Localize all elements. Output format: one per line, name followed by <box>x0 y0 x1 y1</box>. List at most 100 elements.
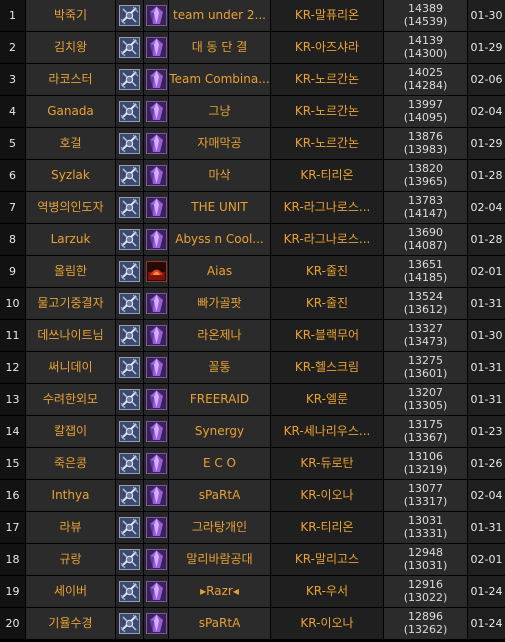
server-name[interactable]: KR-듀로탄 <box>271 448 383 479</box>
server-name[interactable]: KR-노르간논 <box>271 128 383 159</box>
player-name[interactable]: 데쓰나이트님 <box>26 320 115 351</box>
server-name[interactable]: KR-엘룬 <box>271 384 383 415</box>
guild-name[interactable]: sPaRtA <box>169 608 270 639</box>
table-row[interactable]: 14 칼잽이 Synergy KR-세나리우스... 13175 (13367)… <box>0 416 505 447</box>
class-icon-cell <box>116 160 143 191</box>
class-icon-cell <box>116 320 143 351</box>
guild-name[interactable]: 꼴통 <box>169 352 270 383</box>
server-name[interactable]: KR-세나리우스... <box>271 416 383 447</box>
player-name[interactable]: 역병의인도자 <box>26 192 115 223</box>
purple-crystal-icon <box>146 197 167 218</box>
player-name[interactable]: 수려한외모 <box>26 384 115 415</box>
player-name[interactable]: 올림한 <box>26 256 115 287</box>
server-name[interactable]: KR-티리온 <box>271 512 383 543</box>
table-row[interactable]: 4 Ganada 그냥 KR-노르간논 13997 (14095) 02-04 <box>0 96 505 127</box>
table-row[interactable]: 3 라코스터 Team Combina... KR-노르간논 14025 (14… <box>0 64 505 95</box>
death-knight-class-icon <box>119 453 140 474</box>
table-row[interactable]: 6 Syzlak 마삭 KR-티리온 13820 (13965) 01-28 <box>0 160 505 191</box>
server-name[interactable]: KR-이오나 <box>271 480 383 511</box>
guild-name[interactable]: 라온제나 <box>169 320 270 351</box>
current-score: 14139 <box>408 34 443 47</box>
rank-cell: 10 <box>0 288 25 319</box>
server-name[interactable]: KR-말퓨리온 <box>271 0 383 31</box>
guild-name[interactable]: Team Combina... <box>169 64 270 95</box>
death-knight-class-icon <box>119 5 140 26</box>
player-name[interactable]: Larzuk <box>26 224 115 255</box>
rank-cell: 17 <box>0 512 25 543</box>
table-row[interactable]: 20 기율수경 sPaRtA KR-이오나 12896 (13262) 01-2… <box>0 608 505 639</box>
server-name[interactable]: KR-줄진 <box>271 288 383 319</box>
player-name[interactable]: 기율수경 <box>26 608 115 639</box>
purple-crystal-icon <box>146 325 167 346</box>
table-row[interactable]: 17 라뷰 그라탕개인 KR-티리온 13031 (13331) 01-31 <box>0 512 505 543</box>
score-cell: 13327 (13473) <box>384 320 467 351</box>
player-name[interactable]: 죽은콩 <box>26 448 115 479</box>
server-name[interactable]: KR-라그나로스... <box>271 192 383 223</box>
server-name[interactable]: KR-노르간논 <box>271 96 383 127</box>
guild-name[interactable]: 자매막공 <box>169 128 270 159</box>
player-name[interactable]: 규랑 <box>26 544 115 575</box>
guild-name[interactable]: team under 2... <box>169 0 270 31</box>
guild-name[interactable]: sPaRtA <box>169 480 270 511</box>
server-name[interactable]: KR-블랙무어 <box>271 320 383 351</box>
guild-name[interactable]: E C O <box>169 448 270 479</box>
player-name[interactable]: Syzlak <box>26 160 115 191</box>
server-name[interactable]: KR-아즈샤라 <box>271 32 383 63</box>
server-name[interactable]: KR-헬스크림 <box>271 352 383 383</box>
table-row[interactable]: 12 써니데이 꼴통 KR-헬스크림 13275 (13601) 01-31 <box>0 352 505 383</box>
player-name[interactable]: 칼잽이 <box>26 416 115 447</box>
table-row[interactable]: 2 김치왕 대 동 단 결 KR-아즈샤라 14139 (14300) 01-2… <box>0 32 505 63</box>
player-name[interactable]: 써니데이 <box>26 352 115 383</box>
player-name[interactable]: 라코스터 <box>26 64 115 95</box>
server-name[interactable]: KR-라그나로스... <box>271 224 383 255</box>
guild-name[interactable]: 말리바람공대 <box>169 544 270 575</box>
table-row[interactable]: 5 호걸 자매막공 KR-노르간논 13876 (13983) 01-29 <box>0 128 505 159</box>
server-name[interactable]: KR-줄진 <box>271 256 383 287</box>
player-name[interactable]: 세이버 <box>26 576 115 607</box>
purple-crystal-icon <box>146 229 167 250</box>
guild-name[interactable]: THE UNIT <box>169 192 270 223</box>
server-name[interactable]: KR-말리고스 <box>271 544 383 575</box>
player-name[interactable]: 물고기중결자 <box>26 288 115 319</box>
server-name[interactable]: KR-우서 <box>271 576 383 607</box>
current-score: 13651 <box>408 258 443 271</box>
guild-name[interactable]: 마삭 <box>169 160 270 191</box>
purple-crystal-icon <box>146 485 167 506</box>
table-row[interactable]: 9 올림한 Aias KR-줄진 13651 (14185) 02-01 <box>0 256 505 287</box>
death-knight-class-icon <box>119 421 140 442</box>
guild-name[interactable]: Synergy <box>169 416 270 447</box>
guild-name[interactable]: 그라탕개인 <box>169 512 270 543</box>
table-row[interactable]: 13 수려한외모 FREERAID KR-엘룬 13207 (13305) 01… <box>0 384 505 415</box>
player-name[interactable]: Inthya <box>26 480 115 511</box>
table-row[interactable]: 1 박죽기 team under 2... KR-말퓨리온 14389 (145… <box>0 0 505 31</box>
table-row[interactable]: 15 죽은콩 E C O KR-듀로탄 13106 (13219) 01-26 <box>0 448 505 479</box>
player-name[interactable]: 호걸 <box>26 128 115 159</box>
death-knight-class-icon <box>119 485 140 506</box>
table-row[interactable]: 16 Inthya sPaRtA KR-이오나 13077 (13317) 02… <box>0 480 505 511</box>
player-name[interactable]: 라뷰 <box>26 512 115 543</box>
table-row[interactable]: 11 데쓰나이트님 라온제나 KR-블랙무어 13327 (13473) 01-… <box>0 320 505 351</box>
guild-name[interactable]: Aias <box>169 256 270 287</box>
guild-name[interactable]: 빠가골팟 <box>169 288 270 319</box>
guild-name[interactable]: 그냥 <box>169 96 270 127</box>
guild-name[interactable]: 대 동 단 결 <box>169 32 270 63</box>
class-icon-cell <box>116 512 143 543</box>
table-row[interactable]: 8 Larzuk Abyss n Cool... KR-라그나로스... 136… <box>0 224 505 255</box>
table-row[interactable]: 18 규랑 말리바람공대 KR-말리고스 12948 (13031) 02-01 <box>0 544 505 575</box>
player-name[interactable]: 김치왕 <box>26 32 115 63</box>
class-icon-cell <box>116 64 143 95</box>
guild-name[interactable]: FREERAID <box>169 384 270 415</box>
table-row[interactable]: 7 역병의인도자 THE UNIT KR-라그나로스... 13783 (141… <box>0 192 505 223</box>
server-name[interactable]: KR-이오나 <box>271 608 383 639</box>
table-row[interactable]: 19 세이버 ▸Razr◂ KR-우서 12916 (13022) 01-24 <box>0 576 505 607</box>
table-row[interactable]: 10 물고기중결자 빠가골팟 KR-줄진 13524 (13612) 01-31 <box>0 288 505 319</box>
player-name[interactable]: 박죽기 <box>26 0 115 31</box>
server-name[interactable]: KR-티리온 <box>271 160 383 191</box>
guild-name[interactable]: Abyss n Cool... <box>169 224 270 255</box>
best-score: (13612) <box>403 303 448 316</box>
server-name[interactable]: KR-노르간논 <box>271 64 383 95</box>
player-name[interactable]: Ganada <box>26 96 115 127</box>
guild-name[interactable]: ▸Razr◂ <box>169 576 270 607</box>
score-cell: 13651 (14185) <box>384 256 467 287</box>
date-cell: 01-29 <box>468 32 505 63</box>
